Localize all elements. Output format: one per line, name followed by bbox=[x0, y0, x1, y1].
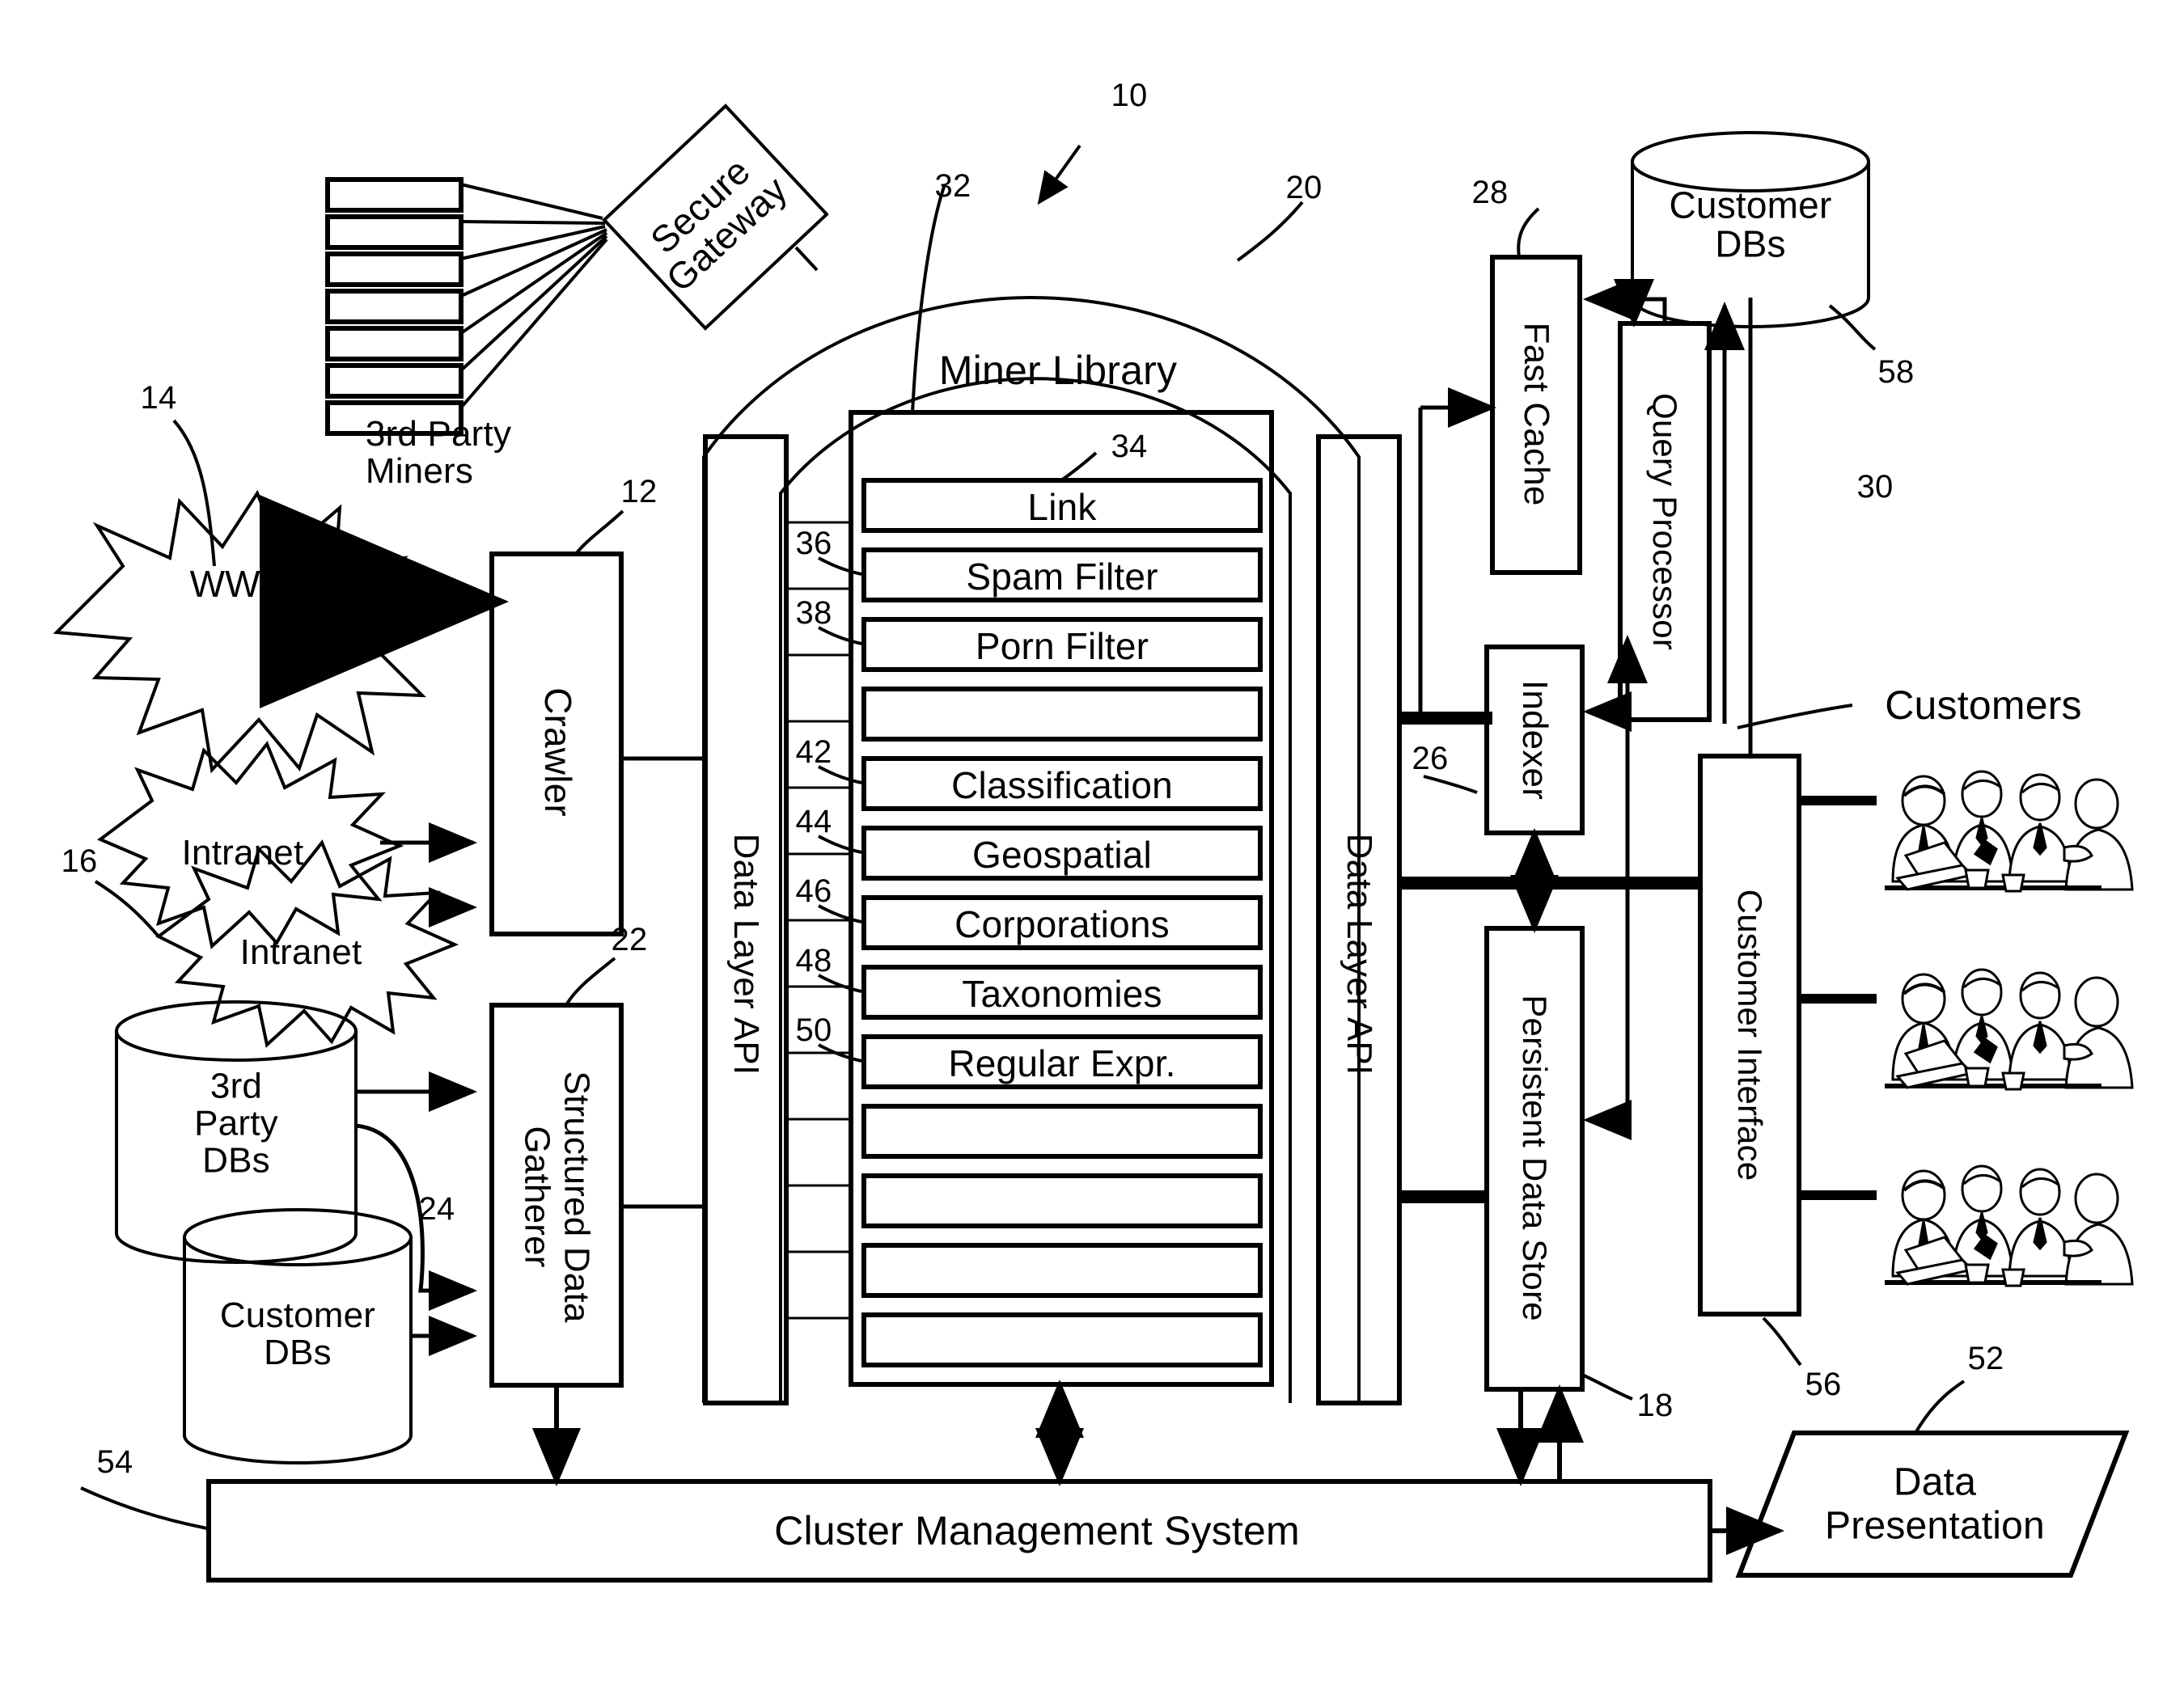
miner-slot-label[interactable]: Spam Filter bbox=[966, 557, 1158, 597]
data-presentation-label: Data Presentation bbox=[1825, 1460, 2045, 1547]
ref-36: 36 bbox=[795, 526, 832, 561]
ref-54: 54 bbox=[96, 1444, 133, 1480]
ref-48: 48 bbox=[795, 943, 832, 978]
customer-dbs-top-label: Customer DBs bbox=[1669, 184, 1832, 265]
ref-24: 24 bbox=[418, 1191, 455, 1227]
ref-14: 14 bbox=[140, 380, 177, 416]
ref-16: 16 bbox=[61, 843, 98, 879]
customers-clipart bbox=[1885, 770, 2134, 1287]
miner-slot-label[interactable]: Classification bbox=[951, 766, 1173, 805]
ref-44: 44 bbox=[795, 804, 832, 839]
third-party-miners-stack bbox=[325, 177, 463, 436]
miner-converge-lines bbox=[459, 183, 608, 409]
ref-56: 56 bbox=[1805, 1367, 1842, 1402]
ref-28: 28 bbox=[1471, 175, 1509, 210]
customer-figure-group bbox=[1885, 968, 2134, 1091]
customer-figure-group bbox=[1885, 770, 2134, 893]
ref-32: 32 bbox=[934, 168, 971, 204]
ref-34: 34 bbox=[1111, 429, 1148, 464]
persistent-data-store-label: Persistent Data Store bbox=[1516, 995, 1555, 1321]
ref-42: 42 bbox=[795, 734, 832, 770]
intranet-1-label: Intranet bbox=[181, 832, 304, 873]
ref-26: 26 bbox=[1412, 741, 1449, 776]
ref-22: 22 bbox=[611, 922, 648, 957]
miner-slot-label[interactable]: Corporations bbox=[954, 905, 1170, 945]
www-label: WWW bbox=[189, 562, 296, 605]
fast-cache-label: Fast Cache bbox=[1517, 322, 1557, 506]
customers-heading: Customers bbox=[1885, 682, 2082, 728]
crawler-label: Crawler bbox=[537, 687, 580, 817]
indexer-label: Indexer bbox=[1515, 679, 1555, 801]
miner-slot-label[interactable]: Link bbox=[1027, 488, 1096, 527]
data-layer-api-left-label: Data Layer API bbox=[726, 833, 767, 1076]
miner-slot-label[interactable]: Geospatial bbox=[972, 835, 1152, 875]
ref-50: 50 bbox=[795, 1012, 832, 1048]
ref-58: 58 bbox=[1877, 354, 1915, 390]
ref-18: 18 bbox=[1636, 1388, 1674, 1423]
ref-20: 20 bbox=[1285, 170, 1323, 205]
miner-slot-label[interactable]: Regular Expr. bbox=[948, 1044, 1175, 1084]
ref-10: 10 bbox=[1111, 78, 1148, 113]
third-party-dbs-label: 3rd Party DBs bbox=[194, 1066, 278, 1181]
query-processor-label: Query Processor bbox=[1646, 392, 1685, 651]
data-layer-api-right-label: Data Layer API bbox=[1340, 833, 1380, 1076]
cluster-management-label: Cluster Management System bbox=[774, 1507, 1300, 1553]
ref-30: 30 bbox=[1856, 469, 1894, 505]
ref-38: 38 bbox=[795, 595, 832, 631]
intranet-2-label: Intranet bbox=[239, 932, 362, 972]
customer-interface-label: Customer Interface bbox=[1731, 889, 1770, 1181]
customer-dbs-left-label: Customer DBs bbox=[219, 1295, 376, 1372]
third-party-miners-label: 3rd Party Miners bbox=[365, 413, 512, 491]
miner-library-title: Miner Library bbox=[938, 347, 1178, 393]
ref-52: 52 bbox=[1967, 1341, 2004, 1376]
www-burst bbox=[53, 489, 442, 774]
ref-12: 12 bbox=[620, 474, 658, 509]
ref-46: 46 bbox=[795, 873, 832, 909]
miner-slot-label[interactable]: Porn Filter bbox=[976, 627, 1149, 666]
patent-figure: 10 20 32 34 36 38 42 44 46 48 50 14 16 1… bbox=[0, 0, 2184, 1682]
miner-slot-label[interactable]: Taxonomies bbox=[962, 974, 1162, 1014]
customer-figure-group bbox=[1885, 1164, 2134, 1287]
structured-data-gatherer-label: Structured Data Gatherer bbox=[517, 1071, 597, 1323]
